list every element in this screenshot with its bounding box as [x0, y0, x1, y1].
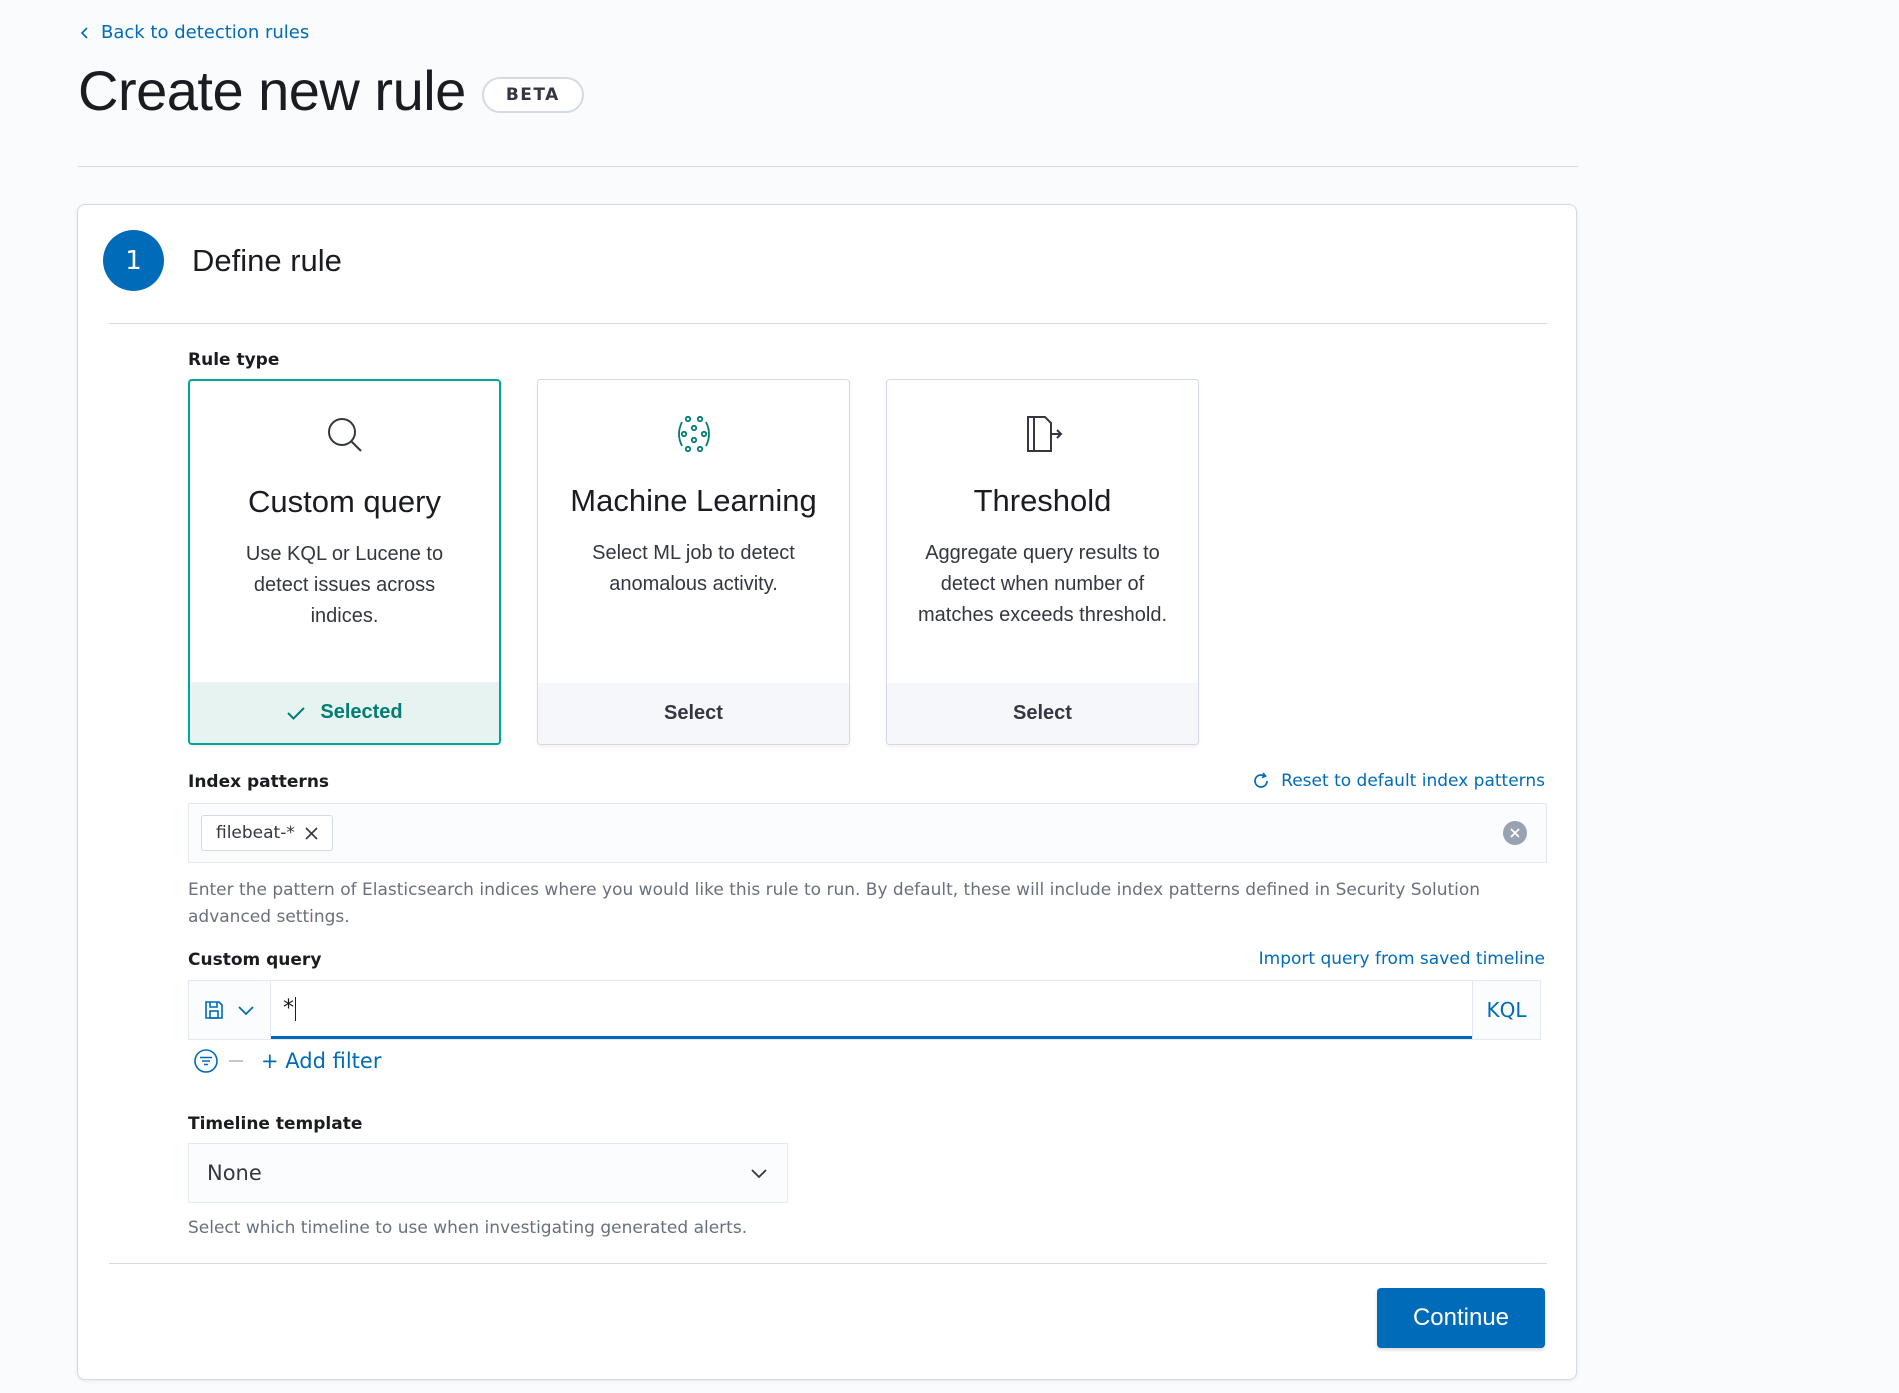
- rule-type-card-threshold[interactable]: Threshold Aggregate query results to det…: [886, 379, 1199, 745]
- machine-learning-icon: [677, 415, 710, 453]
- card-title: Custom query: [248, 484, 441, 519]
- chevron-left-icon: [80, 26, 88, 39]
- rule-type-label: Rule type: [188, 350, 280, 370]
- page-header: Create new rule BETA: [78, 58, 584, 123]
- custom-query-label: Custom query: [188, 950, 322, 970]
- header-divider: [78, 166, 1578, 167]
- card-description: Use KQL or Lucene to detect issues acros…: [245, 543, 444, 627]
- page-title: Create new rule: [78, 59, 466, 122]
- filter-icon[interactable]: [193, 1048, 219, 1074]
- index-pattern-value: filebeat-*: [216, 823, 295, 843]
- index-patterns-label: Index patterns: [188, 772, 330, 792]
- back-link-label: Back to detection rules: [101, 22, 310, 43]
- card-footer-label: Select: [664, 702, 723, 724]
- filter-row: + Add filter: [193, 1048, 381, 1074]
- back-to-detection-rules-link[interactable]: Back to detection rules: [79, 22, 309, 43]
- check-icon: [287, 706, 306, 720]
- step-number-badge: 1: [103, 230, 164, 291]
- search-icon: [327, 418, 362, 452]
- step-title: Define rule: [192, 242, 342, 278]
- rule-type-card-custom-query[interactable]: Custom query Use KQL or Lucene to detect…: [188, 379, 501, 745]
- add-filter-button[interactable]: + Add filter: [261, 1049, 381, 1073]
- card-footer-label: Selected: [320, 701, 403, 723]
- query-input[interactable]: *: [271, 981, 1472, 1039]
- card-select-button[interactable]: Select: [887, 683, 1198, 744]
- clear-icon: [1510, 828, 1520, 838]
- index-patterns-combobox[interactable]: filebeat-*: [188, 803, 1547, 863]
- card-title: Threshold: [973, 483, 1112, 518]
- filter-separator: [229, 1060, 243, 1062]
- timeline-template-label: Timeline template: [188, 1114, 363, 1134]
- refresh-icon: [1254, 772, 1269, 788]
- text-caret: [295, 996, 296, 1021]
- timeline-template-help-text: Select which timeline to use when invest…: [188, 1218, 748, 1238]
- card-footer-label: Select: [1013, 702, 1072, 724]
- reset-index-patterns-link[interactable]: Reset to default index patterns: [1251, 771, 1545, 791]
- card-description: Aggregate query results to detect when n…: [917, 542, 1168, 626]
- timeline-template-select[interactable]: None: [188, 1143, 788, 1203]
- chevron-down-icon: [751, 1169, 767, 1179]
- card-select-button[interactable]: Select: [538, 683, 849, 744]
- step-header-divider: [109, 323, 1547, 324]
- close-icon[interactable]: [305, 826, 318, 840]
- chevron-down-icon: [237, 1006, 254, 1016]
- rule-type-card-machine-learning[interactable]: Machine Learning Select ML job to detect…: [537, 379, 850, 745]
- reset-link-label: Reset to default index patterns: [1281, 771, 1545, 791]
- threshold-icon: [1026, 416, 1062, 452]
- query-language-toggle[interactable]: KQL: [1472, 981, 1540, 1039]
- save-icon: [204, 1001, 223, 1019]
- index-pattern-pill: filebeat-*: [201, 815, 333, 851]
- define-rule-panel: 1 Define rule Rule type Custom query Use…: [77, 204, 1577, 1380]
- import-query-link[interactable]: Import query from saved timeline: [1259, 949, 1545, 969]
- footer-divider: [109, 1263, 1547, 1264]
- index-patterns-help-text: Enter the pattern of Elasticsearch indic…: [188, 880, 1481, 927]
- query-bar: * KQL: [188, 980, 1541, 1040]
- card-title: Machine Learning: [570, 483, 817, 518]
- card-selected-button[interactable]: Selected: [190, 682, 499, 743]
- query-value: *: [283, 996, 294, 1021]
- continue-button[interactable]: Continue: [1377, 1288, 1545, 1348]
- clear-all-button[interactable]: [1503, 821, 1527, 845]
- saved-query-menu-button[interactable]: [189, 981, 271, 1039]
- timeline-template-value: None: [207, 1161, 262, 1185]
- beta-badge: BETA: [481, 76, 584, 113]
- card-description: Select ML job to detect anomalous activi…: [592, 542, 795, 595]
- step-header: 1 Define rule: [103, 230, 342, 291]
